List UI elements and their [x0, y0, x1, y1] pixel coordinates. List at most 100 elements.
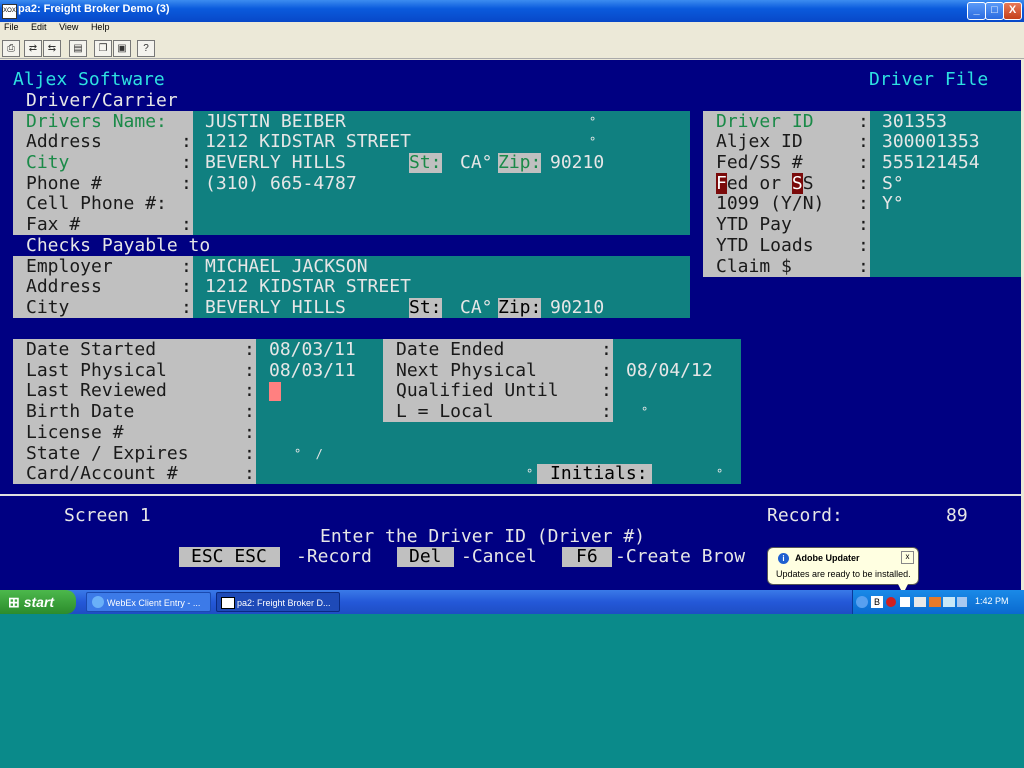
last-reviewed-label: Last Reviewed — [26, 380, 167, 401]
colon: : — [244, 360, 255, 381]
volume-icon[interactable] — [943, 597, 955, 607]
aljex-id-field[interactable]: 300001353 — [882, 132, 980, 152]
esc-esc-action: -Record — [296, 546, 372, 567]
bluetooth-icon[interactable]: B — [871, 596, 883, 608]
drivers-name-field[interactable]: JUSTIN BEIBER — [205, 112, 346, 132]
notification-close-button[interactable]: x — [901, 551, 914, 564]
help-icon[interactable]: ? — [137, 40, 155, 57]
field-end-mark: ° — [589, 115, 597, 129]
maximize-button[interactable]: □ — [985, 2, 1004, 20]
payable-address-field[interactable]: 1212 KIDSTAR STREET — [205, 277, 411, 297]
print-setup-icon[interactable]: ⎙ — [2, 40, 20, 57]
sync-icon[interactable] — [957, 597, 967, 607]
colon: : — [244, 401, 255, 422]
terminal-app-icon — [221, 597, 235, 609]
local-label: L = Local — [396, 401, 494, 422]
security-icon[interactable] — [886, 597, 896, 607]
address-field[interactable]: 1212 KIDSTAR STREET — [205, 132, 411, 152]
fedss-field[interactable]: 555121454 — [882, 153, 980, 173]
last-physical-label: Last Physical — [26, 360, 167, 381]
colon: : — [858, 235, 869, 256]
payable-city-field[interactable]: BEVERLY HILLS — [205, 298, 346, 318]
menu-view[interactable]: View — [59, 22, 78, 32]
ytd-loads-label: YTD Loads — [716, 235, 814, 256]
fedss-label: Fed/SS # — [716, 152, 803, 173]
state-label: St: — [409, 152, 442, 173]
colon: : — [181, 214, 192, 235]
menu-file[interactable]: File — [4, 22, 19, 32]
field-end-mark: ° — [589, 135, 597, 149]
ytd-pay-label: YTD Pay — [716, 214, 792, 235]
taskbar-item-label: pa2: Freight Broker D... — [237, 598, 331, 608]
colon: : — [244, 463, 255, 484]
date-started-field[interactable]: 08/03/11 — [269, 340, 356, 360]
city-label: City — [26, 152, 70, 173]
close-button[interactable]: X — [1003, 2, 1022, 20]
fed-or-ss-label: Fed or SS — [716, 173, 814, 194]
colon: : — [244, 422, 255, 443]
app-icon[interactable]: XOX — [2, 4, 17, 19]
messenger-icon[interactable] — [900, 597, 910, 607]
city-field[interactable]: BEVERLY HILLS — [205, 153, 346, 173]
taskbar-item-webex[interactable]: WebEx Client Entry - ... — [86, 592, 211, 612]
del-key[interactable]: Del — [397, 547, 454, 567]
payable-city-label: City — [26, 297, 70, 318]
menu-edit[interactable]: Edit — [31, 22, 47, 32]
section-checks-payable: Checks Payable to — [26, 235, 211, 256]
colon: : — [181, 152, 192, 173]
network-icon[interactable] — [856, 596, 868, 608]
print-icon[interactable]: ▤ — [69, 40, 87, 57]
text-cursor[interactable] — [269, 382, 281, 401]
record-label: Record: — [767, 505, 843, 526]
next-physical-field[interactable]: 08/04/12 — [626, 361, 713, 381]
zip-field[interactable]: 90210 — [550, 153, 604, 173]
minimize-button[interactable]: _ — [967, 2, 986, 20]
payable-address-label: Address — [26, 276, 102, 297]
colon: : — [858, 256, 869, 277]
f6-action: -Create Brow — [615, 546, 746, 567]
colon: : — [181, 131, 192, 152]
colon: : — [244, 380, 255, 401]
screen-title: Driver File — [869, 69, 989, 90]
phone-label: Phone # — [26, 173, 102, 194]
date-started-label: Date Started — [26, 339, 157, 360]
taskbar-item-label: WebEx Client Entry - ... — [107, 598, 201, 608]
claim-label: Claim $ — [716, 256, 792, 277]
driver-id-field[interactable]: 301353 — [882, 112, 947, 132]
fed-or-ss-field[interactable]: S° — [882, 174, 904, 194]
colon: : — [858, 214, 869, 235]
employer-label: Employer — [26, 256, 113, 277]
birth-date-label: Birth Date — [26, 401, 135, 422]
phone-field[interactable]: (310) 665-4787 — [205, 174, 357, 194]
menu-help[interactable]: Help — [91, 22, 110, 32]
payable-zip-field[interactable]: 90210 — [550, 298, 604, 318]
notification-balloon[interactable]: i Adobe Updater Updates are ready to be … — [767, 547, 919, 585]
disconnect-icon[interactable]: ⇆ — [43, 40, 61, 57]
payable-zip-label: Zip: — [498, 297, 542, 318]
terminal-screen[interactable]: Aljex Software Driver File Driver/Carrie… — [0, 60, 1021, 590]
colon: : — [601, 401, 612, 422]
update-icon[interactable] — [929, 597, 941, 607]
display-icon[interactable] — [914, 597, 926, 607]
payable-state-field[interactable]: CA° — [460, 298, 493, 318]
state-expires-field[interactable]: ° / — [294, 444, 323, 464]
employer-field[interactable]: MICHAEL JACKSON — [205, 257, 368, 277]
colon: : — [858, 193, 869, 214]
clock[interactable]: 1:42 PM — [975, 596, 1009, 606]
license-label: License # — [26, 422, 124, 443]
connect-icon[interactable]: ⇄ — [24, 40, 42, 57]
f6-key[interactable]: F6 — [562, 547, 612, 567]
form1099-field[interactable]: Y° — [882, 194, 904, 214]
del-action: -Cancel — [461, 546, 537, 567]
start-button[interactable]: ⊞ start — [0, 590, 76, 614]
colon: : — [858, 173, 869, 194]
copy-icon[interactable]: ❐ — [94, 40, 112, 57]
colon: : — [181, 276, 192, 297]
paste-icon[interactable]: ▣ — [113, 40, 131, 57]
field-end-mark: ° — [526, 467, 534, 481]
fax-label: Fax # — [26, 214, 81, 235]
state-field[interactable]: CA° — [460, 153, 493, 173]
last-physical-field[interactable]: 08/03/11 — [269, 361, 356, 381]
esc-esc-key[interactable]: ESC ESC — [179, 547, 280, 567]
field-end-mark: ° — [716, 467, 724, 481]
